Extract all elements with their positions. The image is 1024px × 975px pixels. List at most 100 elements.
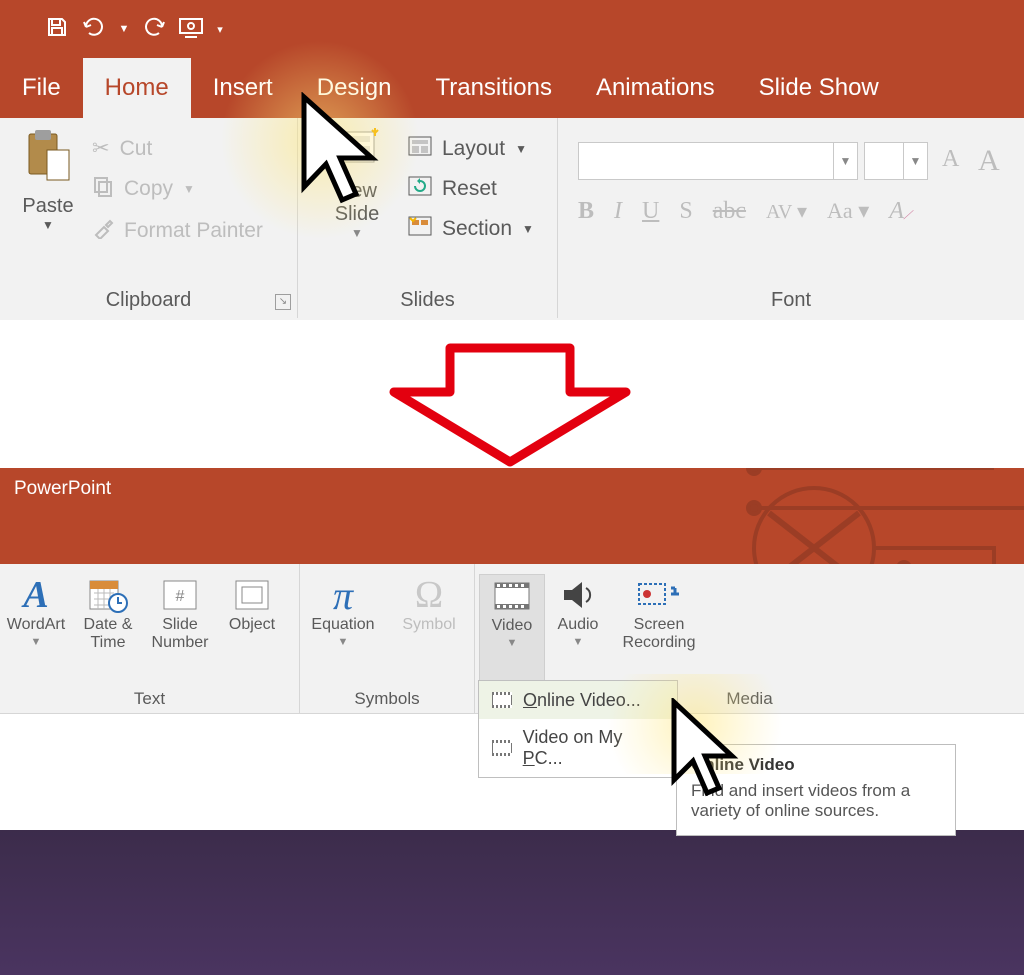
copy-button[interactable]: Copy ▼ [92, 175, 263, 203]
app-title: PowerPoint [14, 478, 111, 499]
save-button[interactable] [38, 0, 76, 58]
font-family-caret[interactable]: ▼ [833, 143, 857, 179]
group-clipboard: Paste ▼ ✂ Cut Copy ▼ [0, 118, 298, 318]
quick-access-toolbar: ▼ ▾ [0, 0, 1024, 58]
shrink-font-button[interactable]: A [978, 144, 1000, 178]
reset-label: Reset [442, 177, 497, 201]
redo-button[interactable] [134, 0, 172, 58]
copy-label: Copy [124, 177, 173, 201]
group-symbols: π Equation ▼ Ω Symbol Symbols [300, 564, 475, 713]
grow-font-button[interactable]: A [942, 146, 959, 173]
menu-online-video[interactable]: Online Video... [479, 681, 677, 719]
object-icon [234, 574, 270, 616]
menu-online-video-label: Online Video... [523, 690, 641, 711]
text-group-label: Text [0, 689, 299, 709]
qat-spacer [0, 0, 38, 58]
redo-icon [140, 15, 166, 44]
group-slides: New Slide ▼ Layout ▼ Reset [298, 118, 558, 318]
calendar-clock-icon [88, 574, 128, 616]
layout-caret: ▼ [515, 142, 527, 156]
ribbon-tab-bar: File Home Insert Design Transitions Anim… [0, 58, 1024, 118]
group-font: ▼ ▼ A A B I U S abc AV ▾ Aa ▾ A⟋ Font [558, 118, 1024, 318]
section-caret: ▼ [522, 222, 534, 236]
paste-caret: ▼ [8, 218, 88, 232]
undo-dropdown[interactable]: ▼ [114, 0, 134, 58]
font-size-caret[interactable]: ▼ [903, 143, 927, 179]
strikethrough-button[interactable]: abc [713, 198, 746, 225]
tab-animations[interactable]: Animations [574, 58, 737, 118]
menu-video-on-pc[interactable]: Video on My PC... [479, 719, 677, 777]
menu-video-on-pc-label: Video on My PC... [523, 727, 665, 769]
video-label: Video [492, 617, 533, 635]
clipboard-group-label: Clipboard [0, 289, 297, 312]
layout-label: Layout [442, 137, 505, 161]
copy-icon [92, 175, 114, 203]
title-decoration [704, 468, 1024, 564]
video-caret: ▼ [507, 637, 518, 649]
tab-slideshow[interactable]: Slide Show [737, 58, 901, 118]
paste-icon [23, 171, 73, 188]
video-on-pc-icon [491, 737, 513, 759]
omega-icon: Ω [415, 574, 443, 616]
font-family-combo[interactable]: ▼ [578, 142, 858, 180]
tab-design[interactable]: Design [295, 58, 414, 118]
section-button[interactable]: Section ▼ [408, 216, 534, 242]
undo-button[interactable] [76, 0, 114, 58]
slideshow-from-start-button[interactable] [172, 0, 210, 58]
symbol-label: Symbol [402, 616, 455, 634]
new-slide-caret: ▼ [312, 226, 402, 240]
new-slide-icon [332, 157, 382, 179]
save-icon [45, 15, 69, 44]
underline-button[interactable]: U [642, 198, 659, 225]
char-spacing-button[interactable]: AV ▾ [766, 199, 807, 224]
svg-text:#: # [176, 588, 185, 605]
tab-transitions[interactable]: Transitions [413, 58, 573, 118]
tab-file[interactable]: File [0, 58, 83, 118]
slides-options: Layout ▼ Reset Section ▼ [408, 136, 534, 242]
slide-number-label: Slide Number [152, 616, 209, 652]
pi-icon: π [333, 574, 353, 616]
tab-insert[interactable]: Insert [191, 58, 295, 118]
presentation-icon [177, 15, 205, 44]
wordart-caret: ▼ [31, 636, 42, 648]
clipboard-dialog-launcher[interactable]: ↘ [275, 294, 291, 310]
group-text: A WordArt ▼ Date & Time # Slide Number O… [0, 564, 300, 713]
font-size-combo[interactable]: ▼ [864, 142, 928, 180]
slide-background [0, 830, 1024, 975]
screen-recording-icon [637, 574, 681, 616]
ribbon-home: Paste ▼ ✂ Cut Copy ▼ [0, 118, 1024, 318]
paste-label: Paste [8, 195, 88, 218]
shadow-button[interactable]: S [679, 198, 692, 225]
slide-number-icon: # [162, 574, 198, 616]
italic-button[interactable]: I [614, 198, 622, 225]
tooltip-body: Find and insert videos from a variety of… [691, 781, 941, 821]
copy-caret: ▼ [183, 182, 195, 196]
video-dropdown-menu: Online Video... Video on My PC... [478, 680, 678, 778]
tab-home[interactable]: Home [83, 58, 191, 118]
bold-button[interactable]: B [578, 198, 594, 225]
speaker-icon [560, 574, 596, 616]
wordart-label: WordArt [7, 616, 65, 634]
cut-button[interactable]: ✂ Cut [92, 136, 263, 161]
qat-customize[interactable]: ▾ [210, 0, 230, 58]
wordart-icon: A [23, 574, 48, 616]
paste-button[interactable]: Paste ▼ [8, 128, 88, 232]
date-time-label: Date & Time [84, 616, 133, 652]
equation-caret: ▼ [338, 636, 349, 648]
audio-label: Audio [558, 616, 599, 634]
new-slide-button[interactable]: New Slide ▼ [312, 128, 402, 240]
slides-group-label: Slides [298, 289, 557, 312]
equation-label: Equation [311, 616, 374, 634]
clipboard-actions: ✂ Cut Copy ▼ Format Painter [92, 136, 263, 245]
section-icon [408, 216, 432, 242]
format-painter-button[interactable]: Format Painter [92, 217, 263, 245]
layout-button[interactable]: Layout ▼ [408, 136, 534, 162]
clear-formatting-button[interactable]: A⟋ [889, 198, 904, 225]
symbols-group-label: Symbols [300, 689, 474, 709]
reset-icon [408, 176, 432, 202]
change-case-button[interactable]: Aa ▾ [827, 198, 869, 224]
reset-button[interactable]: Reset [408, 176, 534, 202]
audio-caret: ▼ [573, 636, 584, 648]
object-label: Object [229, 616, 275, 634]
scissors-icon: ✂ [92, 136, 110, 161]
